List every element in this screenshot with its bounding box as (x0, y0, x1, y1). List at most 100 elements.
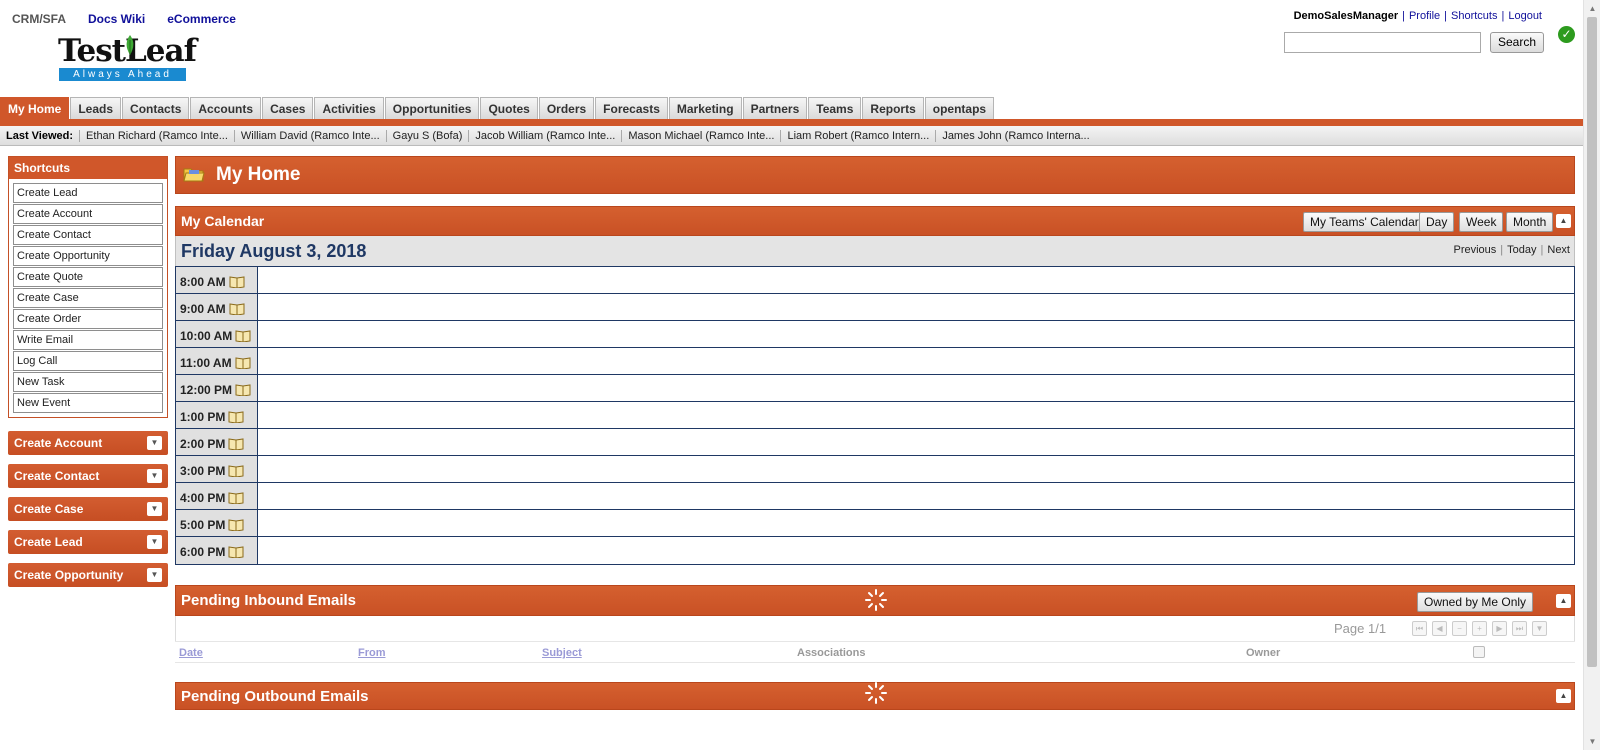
collapse-rows-icon[interactable]: − (1452, 621, 1467, 636)
chevron-down-icon[interactable]: ▼ (1532, 621, 1547, 636)
app-link-docs-wiki[interactable]: Docs Wiki (88, 12, 145, 26)
scroll-down-icon[interactable]: ▼ (1584, 733, 1600, 750)
slot-cell[interactable] (258, 510, 1574, 536)
scroll-up-icon[interactable]: ▲ (1584, 0, 1600, 17)
last-viewed-item[interactable]: James John (Ramco Interna... (936, 130, 1095, 142)
slot-cell[interactable] (258, 456, 1574, 482)
shortcut-write-email[interactable]: Write Email (13, 330, 163, 350)
last-viewed-item[interactable]: Gayu S (Bofa) (387, 129, 470, 142)
chevron-up-icon[interactable]: ▲ (1556, 689, 1571, 703)
chevron-down-icon[interactable]: ▼ (147, 502, 162, 516)
slot-cell[interactable] (258, 483, 1574, 509)
chevron-up-icon[interactable]: ▲ (1556, 214, 1571, 228)
tab-accounts[interactable]: Accounts (190, 97, 262, 120)
panel-create-case[interactable]: Create Case ▼ (8, 497, 168, 521)
tab-activities[interactable]: Activities (314, 97, 384, 120)
slot-cell[interactable] (258, 537, 1574, 564)
slot-cell[interactable] (258, 402, 1574, 428)
vertical-scrollbar[interactable]: ▲ ▼ (1583, 0, 1600, 750)
slot-cell[interactable] (258, 267, 1574, 293)
tab-teams[interactable]: Teams (808, 97, 862, 120)
panel-create-account[interactable]: Create Account ▼ (8, 431, 168, 455)
panel-create-lead[interactable]: Create Lead ▼ (8, 530, 168, 554)
add-event-book-icon[interactable] (228, 545, 244, 558)
shortcut-create-quote[interactable]: Create Quote (13, 267, 163, 287)
column-date[interactable]: Date (179, 647, 203, 659)
prev-page-icon[interactable]: ◀ (1432, 621, 1447, 636)
shortcut-new-event[interactable]: New Event (13, 393, 163, 413)
shortcut-create-contact[interactable]: Create Contact (13, 225, 163, 245)
add-event-book-icon[interactable] (228, 518, 244, 531)
tab-quotes[interactable]: Quotes (480, 97, 538, 120)
shortcut-create-lead[interactable]: Create Lead (13, 183, 163, 203)
expand-rows-icon[interactable]: + (1472, 621, 1487, 636)
last-page-icon[interactable]: ⏭ (1512, 621, 1527, 636)
tab-cases[interactable]: Cases (262, 97, 314, 120)
shortcut-create-opportunity[interactable]: Create Opportunity (13, 246, 163, 266)
scroll-thumb[interactable] (1587, 17, 1597, 667)
column-subject[interactable]: Subject (542, 647, 582, 659)
panel-create-opportunity[interactable]: Create Opportunity ▼ (8, 563, 168, 587)
logout-link[interactable]: Logout (1508, 10, 1542, 22)
chevron-down-icon[interactable]: ▼ (147, 436, 162, 450)
app-link-crm[interactable]: CRM/SFA (12, 12, 66, 26)
add-event-book-icon[interactable] (228, 464, 244, 477)
shortcut-create-case[interactable]: Create Case (13, 288, 163, 308)
add-event-book-icon[interactable] (228, 437, 244, 450)
add-event-book-icon[interactable] (229, 275, 245, 288)
search-button[interactable]: Search (1490, 32, 1544, 53)
shortcut-create-account[interactable]: Create Account (13, 204, 163, 224)
first-page-icon[interactable]: ⏮ (1412, 621, 1427, 636)
tab-opentaps[interactable]: opentaps (924, 97, 995, 120)
tab-partners[interactable]: Partners (742, 97, 808, 120)
tab-my-home[interactable]: My Home (0, 97, 70, 120)
add-event-book-icon[interactable] (229, 302, 245, 315)
profile-link[interactable]: Profile (1409, 10, 1440, 22)
tab-leads[interactable]: Leads (70, 97, 122, 120)
add-event-book-icon[interactable] (235, 356, 251, 369)
slot-cell[interactable] (258, 348, 1574, 374)
tab-contacts[interactable]: Contacts (122, 97, 190, 120)
shortcut-create-order[interactable]: Create Order (13, 309, 163, 329)
chevron-down-icon[interactable]: ▼ (147, 568, 162, 582)
day-button[interactable]: Day (1419, 212, 1455, 232)
last-viewed-item[interactable]: William David (Ramco Inte... (235, 129, 387, 142)
next-page-icon[interactable]: ▶ (1492, 621, 1507, 636)
tab-orders[interactable]: Orders (538, 97, 595, 120)
next-link[interactable]: Next (1547, 244, 1570, 256)
previous-link[interactable]: Previous (1454, 244, 1497, 256)
shortcuts-link[interactable]: Shortcuts (1451, 10, 1497, 22)
slot-cell[interactable] (258, 321, 1574, 347)
last-viewed-item[interactable]: Jacob William (Ramco Inte... (469, 129, 623, 142)
chevron-down-icon[interactable]: ▼ (147, 535, 162, 549)
search-input[interactable] (1284, 32, 1481, 53)
column-from[interactable]: From (358, 647, 386, 659)
last-viewed-item[interactable]: Ethan Richard (Ramco Inte... (80, 129, 235, 142)
add-event-book-icon[interactable] (235, 383, 251, 396)
app-link-ecommerce[interactable]: eCommerce (167, 12, 236, 26)
add-event-book-icon[interactable] (228, 410, 244, 423)
shortcut-log-call[interactable]: Log Call (13, 351, 163, 371)
last-viewed-item[interactable]: Mason Michael (Ramco Inte... (622, 129, 782, 142)
panel-create-contact[interactable]: Create Contact ▼ (8, 464, 168, 488)
month-button[interactable]: Month (1506, 212, 1554, 232)
owned-by-me-button[interactable]: Owned by Me Only (1417, 592, 1534, 612)
chevron-up-icon[interactable]: ▲ (1556, 594, 1571, 608)
shortcut-new-task[interactable]: New Task (13, 372, 163, 392)
add-event-book-icon[interactable] (228, 491, 244, 504)
tab-forecasts[interactable]: Forecasts (595, 97, 668, 120)
select-all-checkbox[interactable] (1473, 646, 1485, 658)
testleaf-logo[interactable]: TestLeaf Always Ahead (58, 34, 197, 84)
week-button[interactable]: Week (1459, 212, 1504, 232)
today-link[interactable]: Today (1507, 244, 1536, 256)
chevron-down-icon[interactable]: ▼ (147, 469, 162, 483)
add-event-book-icon[interactable] (235, 329, 251, 342)
slot-cell[interactable] (258, 375, 1574, 401)
tab-marketing[interactable]: Marketing (668, 97, 742, 120)
last-viewed-item[interactable]: Liam Robert (Ramco Intern... (781, 129, 937, 142)
teams-calendar-button[interactable]: My Teams' Calendar (1303, 212, 1426, 232)
slot-cell[interactable] (258, 429, 1574, 455)
tab-reports[interactable]: Reports (862, 97, 924, 120)
slot-cell[interactable] (258, 294, 1574, 320)
tab-opportunities[interactable]: Opportunities (384, 97, 480, 120)
